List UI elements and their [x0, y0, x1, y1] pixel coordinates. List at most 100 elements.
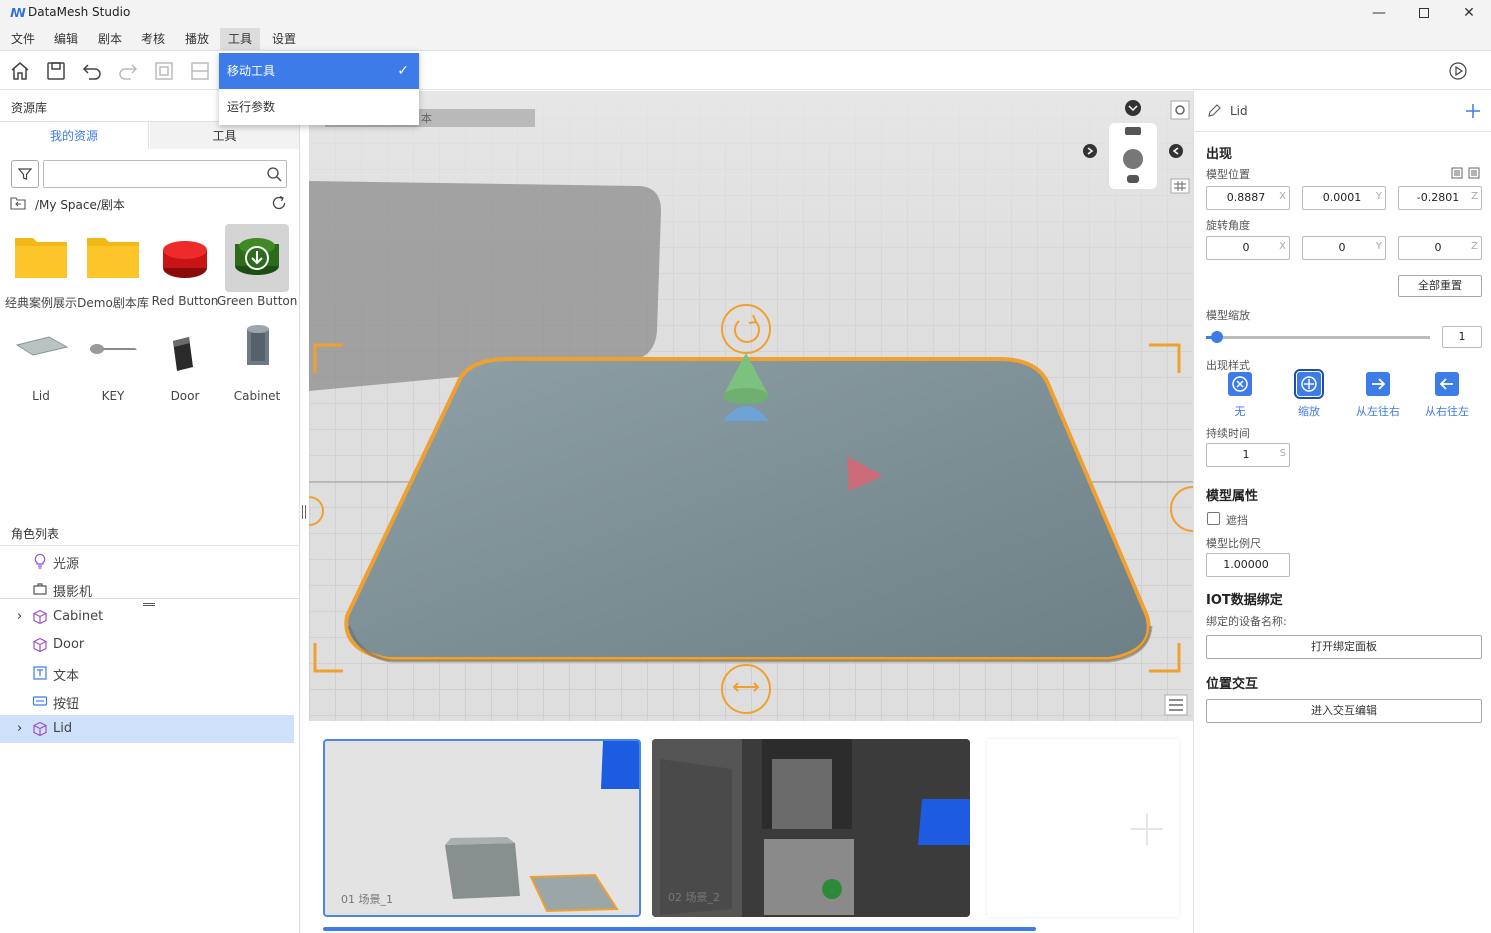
home-icon[interactable] — [9, 60, 31, 82]
reset-all-button[interactable]: 全部重置 — [1398, 275, 1482, 297]
breadcrumb-path: /My Space/剧本 — [35, 198, 125, 212]
role-label: 光源 — [53, 557, 80, 572]
asset-item-door[interactable]: Door — [149, 319, 221, 411]
role-item-camera[interactable]: 摄影机 — [0, 575, 294, 603]
arrow-left-icon — [1435, 372, 1459, 396]
scene-viewport[interactable]: 本 — [309, 91, 1193, 721]
search-icon[interactable] — [266, 166, 282, 182]
position-label: 模型位置 — [1206, 168, 1250, 181]
menu-exam[interactable]: 考核 — [133, 28, 173, 50]
menu-script[interactable]: 剧本 — [90, 28, 130, 50]
asset-label: Door — [170, 389, 200, 403]
menu-tools[interactable]: 工具 — [220, 28, 261, 50]
style-option-scale[interactable]: 缩放 — [1284, 369, 1334, 422]
scale-label: 模型缩放 — [1206, 309, 1250, 322]
role-item-text[interactable]: 文本 — [0, 659, 294, 687]
scale-slider-track[interactable] — [1206, 336, 1430, 339]
key-thumbnail — [81, 319, 145, 387]
add-icon[interactable] — [1465, 103, 1481, 119]
camera-icon — [33, 583, 47, 595]
copy-values-icon[interactable] — [1451, 167, 1463, 179]
add-scene-button[interactable] — [987, 739, 1179, 917]
lid-model[interactable] — [344, 357, 1151, 661]
scene-scrollbar[interactable] — [323, 927, 1036, 931]
ratio-input[interactable]: 1.00000 — [1206, 553, 1290, 577]
scale-input[interactable]: 1 — [1442, 326, 1482, 348]
save-icon[interactable] — [45, 60, 67, 82]
folder-back-icon[interactable] — [10, 196, 26, 210]
asset-item-key[interactable]: KEY — [77, 319, 149, 411]
rotation-z-input[interactable]: 0Z — [1398, 236, 1482, 260]
menu-edit[interactable]: 编辑 — [46, 28, 86, 50]
position-z-input[interactable]: -0.2801 Z — [1398, 186, 1482, 210]
role-item-cabinet[interactable]: › Cabinet — [0, 603, 294, 631]
position-y-input[interactable]: 0.0001 Y — [1302, 186, 1386, 210]
check-icon: ✓ — [397, 63, 409, 79]
align-icon[interactable] — [189, 60, 211, 82]
app-logo-icon: ꟿ — [10, 6, 26, 20]
role-label: 按钮 — [53, 697, 80, 712]
menu-file[interactable]: 文件 — [3, 28, 43, 50]
occlusion-checkbox[interactable] — [1207, 512, 1220, 525]
asset-item-demo-library[interactable]: Demo剧本库 — [77, 224, 149, 316]
menu-item-run-params[interactable]: 运行参数 — [219, 89, 419, 125]
scene-thumbnail-2[interactable]: 02 场景_2 — [652, 739, 970, 917]
tab-my-resources[interactable]: 我的资源 — [0, 121, 149, 149]
redo-icon[interactable] — [117, 60, 139, 82]
rotation-y-input[interactable]: 0Y — [1302, 236, 1386, 260]
lid-thumbnail — [9, 319, 73, 387]
open-binding-panel-button[interactable]: 打开绑定面板 — [1206, 635, 1482, 659]
rotation-label: 旋转角度 — [1206, 219, 1250, 232]
object-name: Lid — [1230, 104, 1248, 118]
edit-icon[interactable] — [1206, 103, 1222, 119]
style-option-left-to-right[interactable]: 从左往右 — [1353, 372, 1403, 422]
search-input[interactable] — [44, 161, 254, 187]
asset-item-classic-cases[interactable]: 经典案例展示 — [5, 224, 77, 316]
filter-button[interactable] — [11, 160, 39, 188]
role-label: Cabinet — [53, 609, 104, 624]
scene-label: 02 场景_2 — [668, 891, 720, 904]
left-panel: 资源库 我的资源 工具 /My Space/剧本 经典案例展示 Demo剧本库 … — [0, 91, 300, 933]
expand-arrow-icon[interactable]: › — [17, 609, 27, 624]
refresh-icon[interactable] — [271, 195, 287, 211]
menu-item-move-tool[interactable]: 移动工具 ✓ — [219, 53, 419, 89]
scale-slider-thumb[interactable] — [1211, 331, 1224, 343]
grid-toggle-icon[interactable] — [1170, 178, 1190, 194]
undo-icon[interactable] — [81, 60, 103, 82]
role-item-lid[interactable]: › Lid — [0, 715, 294, 743]
maximize-button[interactable] — [1401, 0, 1447, 26]
role-item-door[interactable]: Door — [0, 631, 294, 659]
enter-interaction-edit-button[interactable]: 进入交互编辑 — [1206, 699, 1482, 723]
copy-icon[interactable] — [153, 60, 175, 82]
asset-item-lid[interactable]: Lid — [5, 319, 77, 411]
role-label: 文本 — [53, 669, 80, 684]
asset-item-cabinet[interactable]: Cabinet — [221, 319, 293, 411]
role-item-light[interactable]: 光源 — [0, 547, 294, 575]
rotation-x-input[interactable]: 0X — [1206, 236, 1290, 260]
style-label: 出现样式 — [1206, 359, 1250, 372]
play-icon[interactable] — [1447, 60, 1469, 82]
expand-arrow-icon[interactable]: › — [17, 721, 27, 736]
asset-label: Cabinet — [233, 389, 281, 403]
occlusion-label: 遮挡 — [1226, 514, 1248, 527]
minimize-button[interactable]: — — [1356, 0, 1402, 26]
title-bar: ꟿ DataMesh Studio — ✕ — [0, 0, 1491, 26]
position-x-input[interactable]: 0.8887 X — [1206, 186, 1290, 210]
vertical-splitter[interactable] — [302, 505, 306, 519]
search-box — [43, 160, 287, 188]
menu-item-move-tool-label: 移动工具 — [227, 64, 276, 78]
menu-settings[interactable]: 设置 — [264, 28, 304, 50]
role-item-button[interactable]: 按钮 — [0, 687, 294, 715]
view-settings-icon[interactable] — [1170, 100, 1190, 120]
asset-item-red-button[interactable]: Red Button — [149, 224, 221, 316]
style-option-none[interactable]: 无 — [1215, 372, 1265, 422]
paste-values-icon[interactable] — [1468, 167, 1480, 179]
close-button[interactable]: ✕ — [1446, 0, 1491, 26]
style-option-right-to-left[interactable]: 从右往左 — [1422, 372, 1472, 422]
tab-tools[interactable]: 工具 — [150, 121, 299, 149]
menu-play[interactable]: 播放 — [177, 28, 217, 50]
asset-item-green-button[interactable]: Green Button — [217, 224, 297, 316]
scene-thumbnail-1[interactable]: 01 场景_1 — [323, 739, 641, 917]
list-toggle-icon[interactable] — [1164, 694, 1188, 716]
duration-input[interactable]: 1S — [1206, 443, 1290, 467]
